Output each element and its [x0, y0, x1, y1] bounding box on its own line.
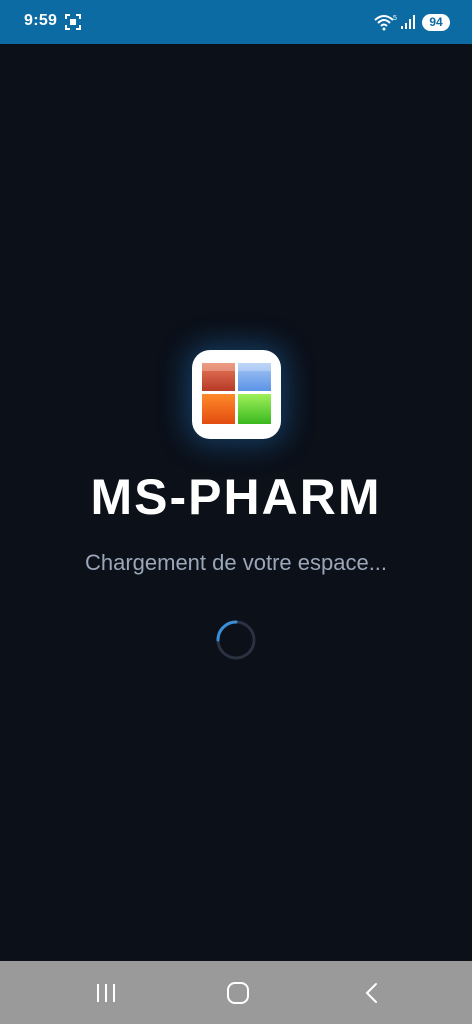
recent-apps-icon[interactable]	[93, 981, 119, 1005]
screenshot-icon	[65, 14, 81, 30]
loading-message: Chargement de votre espace...	[84, 550, 388, 575]
status-bar: 9:59 5 94	[0, 0, 472, 44]
app-title: MS-PHARM	[90, 469, 382, 525]
battery-indicator: 94	[422, 14, 450, 31]
home-icon[interactable]	[225, 981, 251, 1005]
app-logo	[192, 350, 281, 439]
splash-screen: 9:59 5 94 MS-PHARM Chargement de votre e…	[0, 0, 472, 1024]
signal-icon	[401, 15, 415, 29]
system-navigation-bar	[0, 961, 472, 1024]
status-time: 9:59	[24, 12, 58, 29]
four-color-grid-logo-icon	[202, 363, 271, 424]
loading-spinner-icon	[216, 620, 256, 660]
back-icon[interactable]	[360, 981, 386, 1005]
svg-text:5: 5	[393, 15, 397, 22]
wifi-icon: 5	[374, 15, 397, 31]
